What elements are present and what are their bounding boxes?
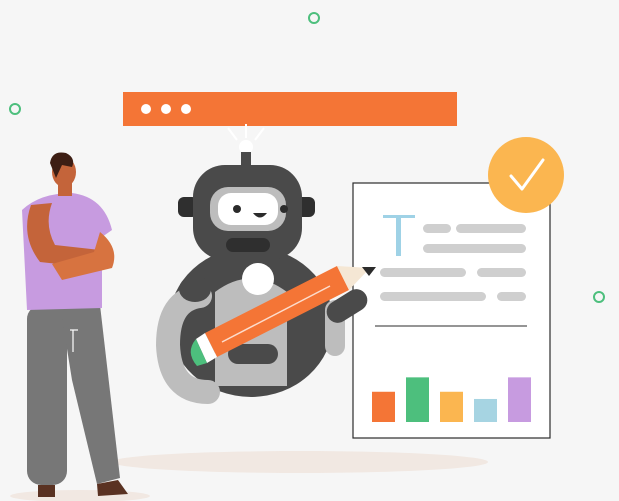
- person-right-leg: [60, 305, 120, 484]
- floor-shadow: [112, 451, 488, 473]
- document-page: [352, 182, 551, 439]
- document-bar-5: [508, 377, 531, 422]
- robot-antenna: [241, 152, 251, 166]
- document-bar-3: [440, 391, 463, 422]
- document-bar-4: [474, 398, 497, 422]
- person-left-leg: [27, 305, 67, 485]
- document-bar-1: [372, 391, 395, 422]
- check-badge: [488, 137, 564, 213]
- robot-antenna-light: [239, 140, 253, 154]
- document-bar-2: [406, 377, 429, 422]
- robot: [155, 124, 376, 404]
- robot-head: [178, 165, 315, 260]
- person: [22, 152, 128, 497]
- illustration-svg: [10, 124, 564, 501]
- person-shadow: [10, 490, 150, 501]
- illustration-scene: [0, 0, 619, 501]
